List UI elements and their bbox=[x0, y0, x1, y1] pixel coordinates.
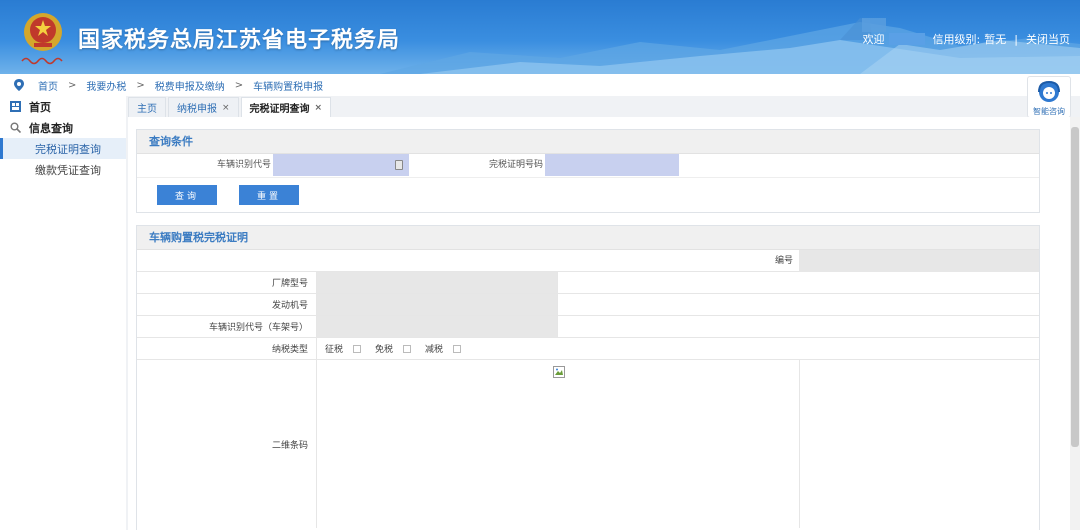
tax-option-levy-checkbox[interactable] bbox=[353, 344, 362, 353]
broken-image-icon bbox=[553, 366, 565, 378]
sidebar-item-label: 缴款凭证查询 bbox=[35, 163, 101, 177]
content-scrollbar[interactable] bbox=[1070, 117, 1080, 530]
certificate-panel: 车辆购置税完税证明 编号 厂牌型号 发动机号 车辆识别代号（车架号） 纳税类型 … bbox=[136, 225, 1040, 530]
tab-label: 主页 bbox=[137, 104, 157, 115]
sidebar-item-label: 完税证明查询 bbox=[35, 142, 101, 156]
main-content: 查询条件 车辆识别代号 完税证明号码 查询 重置 车辆购置税完税证明 编号 厂牌… bbox=[128, 117, 1070, 530]
qr-code-row: 二维条码 bbox=[137, 360, 1039, 528]
close-icon[interactable]: × bbox=[315, 103, 323, 113]
breadcrumb-arrow: > bbox=[68, 79, 77, 91]
breadcrumb-item-vehicle-tax[interactable]: 车辆购置税申报 bbox=[253, 78, 323, 93]
site-title: 国家税务总局江苏省电子税务局 bbox=[78, 28, 401, 53]
qr-code-label: 二维条码 bbox=[137, 360, 317, 528]
cert-row: 发动机号 bbox=[137, 294, 1039, 316]
keyboard-icon[interactable] bbox=[395, 160, 403, 170]
site-header: 国家税务总局江苏省电子税务局 欢迎 信用级别: 暂无 | 关闭当页 bbox=[0, 0, 1080, 74]
vin-label: 车辆识别代号 bbox=[216, 160, 271, 170]
engine-number-value bbox=[317, 294, 558, 315]
cert-number-label: 完税证明号码 bbox=[488, 160, 543, 170]
query-panel-title: 查询条件 bbox=[137, 130, 1039, 154]
close-page-link[interactable]: 关闭当页 bbox=[1026, 31, 1070, 47]
tab-tax-declare[interactable]: 纳税申报 × bbox=[168, 97, 239, 117]
query-panel: 查询条件 车辆识别代号 完税证明号码 查询 重置 bbox=[136, 129, 1040, 213]
query-row: 车辆识别代号 完税证明号码 bbox=[137, 154, 1039, 178]
brand-model-value bbox=[317, 272, 558, 293]
header-separator: | bbox=[1014, 32, 1018, 46]
certificate-panel-title: 车辆购置税完税证明 bbox=[137, 226, 1039, 250]
engine-number-label: 发动机号 bbox=[137, 294, 317, 315]
tax-option-exempt-checkbox[interactable] bbox=[403, 344, 412, 353]
cert-row: 车辆识别代号（车架号） bbox=[137, 316, 1039, 338]
frame-number-value bbox=[317, 316, 558, 337]
breadcrumb-item-tax[interactable]: 我要办税 bbox=[86, 78, 126, 93]
location-pin-icon bbox=[14, 79, 24, 91]
reset-button[interactable]: 重置 bbox=[239, 185, 299, 205]
scrollbar-thumb[interactable] bbox=[1071, 127, 1079, 447]
tab-tax-cert-query[interactable]: 完税证明查询 × bbox=[240, 97, 332, 117]
emblem-script-icon bbox=[21, 57, 63, 65]
masked-username bbox=[888, 33, 925, 45]
tab-label: 完税证明查询 bbox=[249, 104, 310, 115]
welcome-text: 欢迎 bbox=[862, 33, 885, 46]
tab-label: 纳税申报 bbox=[177, 104, 217, 115]
smart-consult-button[interactable]: 智能咨询 bbox=[1027, 76, 1071, 118]
tax-emblem-icon bbox=[24, 13, 62, 51]
close-icon[interactable]: × bbox=[222, 103, 230, 113]
tax-type-label: 纳税类型 bbox=[137, 338, 317, 359]
tax-type-options: 征税 免税 减税 bbox=[325, 338, 475, 359]
brand-model-label: 厂牌型号 bbox=[137, 272, 317, 293]
sidebar: 首页 信息查询 完税证明查询 缴款凭证查询 bbox=[0, 96, 126, 530]
breadcrumb: 首页 > 我要办税 > 税费申报及缴纳 > 车辆购置税申报 bbox=[0, 74, 1080, 96]
credit-label: 信用级别: bbox=[932, 33, 981, 46]
sidebar-group-info-query[interactable]: 信息查询 bbox=[0, 117, 126, 138]
tax-option-exempt-label: 免税 bbox=[375, 345, 394, 355]
sidebar-item-payment-voucher-query[interactable]: 缴款凭证查询 bbox=[0, 159, 126, 180]
tax-option-reduce-label: 减税 bbox=[425, 345, 444, 355]
vin-input[interactable] bbox=[273, 154, 409, 176]
breadcrumb-item-home[interactable]: 首页 bbox=[38, 78, 58, 93]
tab-bar: 主页 纳税申报 × 完税证明查询 × bbox=[128, 97, 333, 117]
smart-consult-label: 智能咨询 bbox=[1033, 107, 1065, 116]
tax-option-levy-label: 征税 bbox=[325, 345, 344, 355]
breadcrumb-item-declare[interactable]: 税费申报及缴纳 bbox=[155, 78, 225, 93]
sidebar-home-label: 首页 bbox=[29, 100, 51, 114]
cert-number-input[interactable] bbox=[545, 154, 679, 176]
tax-option-reduce-checkbox[interactable] bbox=[453, 344, 462, 353]
sidebar-item-tax-cert-query[interactable]: 完税证明查询 bbox=[0, 138, 126, 159]
cert-number-row: 编号 bbox=[137, 250, 1039, 272]
home-grid-icon bbox=[10, 101, 21, 112]
sidebar-item-home[interactable]: 首页 bbox=[0, 96, 126, 117]
sidebar-group-label: 信息查询 bbox=[29, 121, 73, 135]
app-root: 国家税务总局江苏省电子税务局 欢迎 信用级别: 暂无 | 关闭当页 首页 > 我… bbox=[0, 0, 1080, 530]
breadcrumb-arrow: > bbox=[136, 79, 145, 91]
cert-number-field-label: 编号 bbox=[774, 256, 793, 266]
cert-row: 厂牌型号 bbox=[137, 272, 1039, 294]
breadcrumb-arrow: > bbox=[234, 79, 244, 91]
search-button[interactable]: 查询 bbox=[157, 185, 217, 205]
customer-service-icon bbox=[1038, 80, 1060, 102]
qr-code-area bbox=[317, 360, 800, 528]
cert-number-value bbox=[799, 250, 1039, 272]
credit-value: 暂无 bbox=[984, 33, 1007, 46]
search-icon bbox=[10, 122, 21, 133]
frame-number-label: 车辆识别代号（车架号） bbox=[137, 316, 317, 337]
tab-home[interactable]: 主页 bbox=[128, 97, 166, 117]
user-bar: 欢迎 信用级别: 暂无 | 关闭当页 bbox=[863, 31, 1070, 47]
tax-type-row: 纳税类型 征税 免税 减税 bbox=[137, 338, 1039, 360]
